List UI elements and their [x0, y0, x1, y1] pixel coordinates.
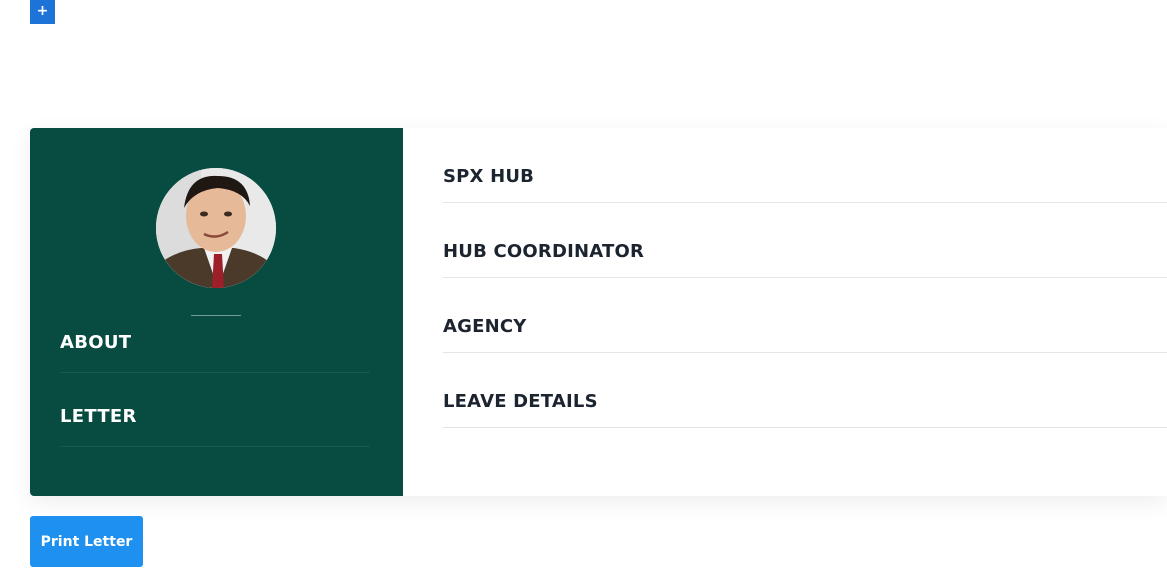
profile-sidebar: ABOUT LETTER: [30, 128, 403, 496]
add-button[interactable]: +: [30, 0, 55, 24]
sidebar-item-about[interactable]: ABOUT: [60, 332, 370, 373]
sidebar-divider: [191, 315, 241, 316]
sidebar-item-letter[interactable]: LETTER: [60, 406, 370, 447]
profile-card: ABOUT LETTER SPX HUB HUB COORDINATOR AGE…: [30, 128, 1167, 496]
details-panel: SPX HUB HUB COORDINATOR AGENCY LEAVE DET…: [403, 128, 1167, 496]
avatar-photo: [156, 168, 276, 288]
field-agency: AGENCY: [443, 316, 1167, 353]
field-spx-hub: SPX HUB: [443, 166, 1167, 203]
avatar: [156, 168, 276, 288]
print-letter-button[interactable]: Print Letter: [30, 516, 143, 567]
field-leave-details: LEAVE DETAILS: [443, 391, 1167, 428]
field-hub-coordinator: HUB COORDINATOR: [443, 241, 1167, 278]
